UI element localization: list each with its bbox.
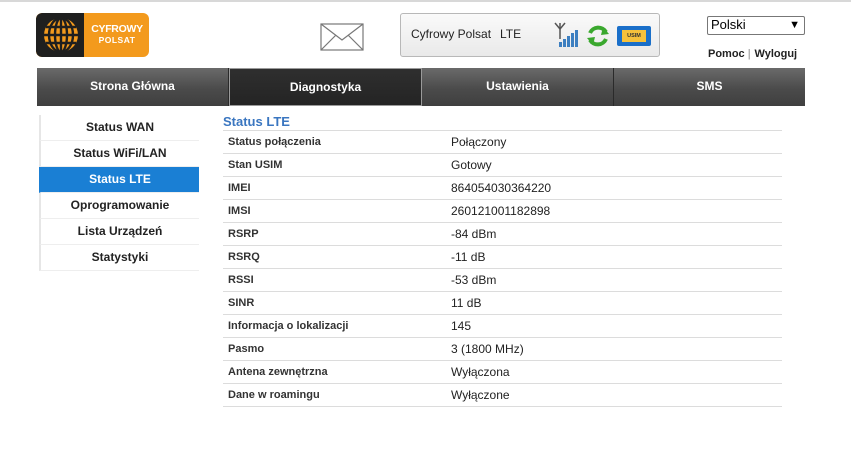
logo-line-2: POLSAT (98, 35, 136, 45)
refresh-icon[interactable] (586, 24, 610, 48)
row-key: Stan USIM (228, 159, 283, 171)
sim-card-icon: USIM (617, 26, 651, 46)
network-type: LTE (500, 27, 522, 41)
row-key: Status połączenia (228, 136, 321, 148)
language-select[interactable]: Polski ▼ (707, 16, 805, 35)
logout-link[interactable]: Wyloguj (755, 48, 798, 60)
sidebar-item-wifi-lan-status[interactable]: Status WiFi/LAN (39, 141, 199, 167)
connection-status-box: Cyfrowy Polsat LTE USIM (400, 13, 660, 57)
sidebar-item-device-list[interactable]: Lista Urządzeń (39, 219, 199, 245)
sidebar-menu: Status WAN Status WiFi/LAN Status LTE Op… (39, 115, 199, 271)
globe-logo-icon (44, 16, 78, 54)
tab-settings[interactable]: Ustawienia (422, 68, 614, 106)
table-row: RSRQ -11 dB (223, 246, 782, 269)
row-value: Wyłączone (451, 388, 510, 402)
row-key: Pasmo (228, 343, 265, 355)
row-value: -84 dBm (451, 227, 497, 241)
sidebar-item-wan-status[interactable]: Status WAN (39, 115, 199, 141)
language-selected: Polski (711, 17, 746, 32)
table-row: Antena zewnętrzna Wyłączona (223, 361, 782, 384)
logo-line-1: CYFROWY (91, 23, 143, 35)
table-row: IMEI 864054030364220 (223, 177, 782, 200)
row-key: Antena zewnętrzna (228, 366, 328, 378)
logo-text: CYFROWY POLSAT (86, 24, 148, 46)
table-row: Stan USIM Gotowy (223, 154, 782, 177)
row-value: 145 (451, 319, 472, 333)
link-separator: | (747, 48, 751, 60)
help-link[interactable]: Pomoc (708, 48, 745, 60)
row-key: IMEI (228, 182, 251, 194)
tab-diagnostics[interactable]: Diagnostyka (229, 68, 422, 106)
row-key: SINR (228, 297, 255, 309)
table-row: IMSI 260121001182898 (223, 200, 782, 223)
envelope-icon[interactable] (320, 23, 364, 51)
sidebar-item-firmware[interactable]: Oprogramowanie (39, 193, 199, 219)
row-key: RSRQ (228, 251, 260, 263)
row-value: -53 dBm (451, 273, 497, 287)
table-row: Status połączenia Połączony (223, 131, 782, 154)
table-row: Informacja o lokalizacji 145 (223, 315, 782, 338)
row-value: 864054030364220 (451, 181, 552, 195)
sidebar-item-lte-status[interactable]: Status LTE (39, 167, 199, 193)
row-value: Połączony (451, 135, 507, 149)
sidebar-item-statistics[interactable]: Statystyki (39, 245, 199, 271)
signal-icon (554, 22, 578, 47)
row-value: Wyłączona (451, 365, 510, 379)
provider-name: Cyfrowy Polsat (411, 27, 492, 41)
chevron-down-icon: ▼ (789, 19, 800, 31)
row-value: Gotowy (451, 158, 492, 172)
row-key: IMSI (228, 205, 251, 217)
row-value: 260121001182898 (451, 204, 551, 218)
top-links: Pomoc | Wyloguj (708, 48, 797, 60)
sim-label: USIM (622, 30, 646, 42)
tab-home[interactable]: Strona Główna (37, 68, 229, 106)
main-navigation: Strona Główna Diagnostyka Ustawienia SMS (37, 68, 805, 106)
row-key: Informacja o lokalizacji (228, 320, 349, 332)
top-border (0, 0, 851, 2)
brand-logo[interactable]: CYFROWY POLSAT (36, 13, 149, 57)
table-row: RSSI -53 dBm (223, 269, 782, 292)
row-key: RSRP (228, 228, 259, 240)
table-row: Pasmo 3 (1800 MHz) (223, 338, 782, 361)
row-value: 3 (1800 MHz) (451, 342, 524, 356)
table-row: Dane w roamingu Wyłączone (223, 384, 782, 407)
lte-status-table: Status połączenia Połączony Stan USIM Goto… (223, 130, 782, 407)
row-value: 11 dB (451, 296, 482, 310)
tab-sms[interactable]: SMS (614, 68, 805, 106)
row-value: -11 dB (451, 250, 486, 264)
row-key: RSSI (228, 274, 254, 286)
page-title: Status LTE (223, 114, 290, 129)
table-row: RSRP -84 dBm (223, 223, 782, 246)
row-key: Dane w roamingu (228, 389, 320, 401)
table-row: SINR 11 dB (223, 292, 782, 315)
